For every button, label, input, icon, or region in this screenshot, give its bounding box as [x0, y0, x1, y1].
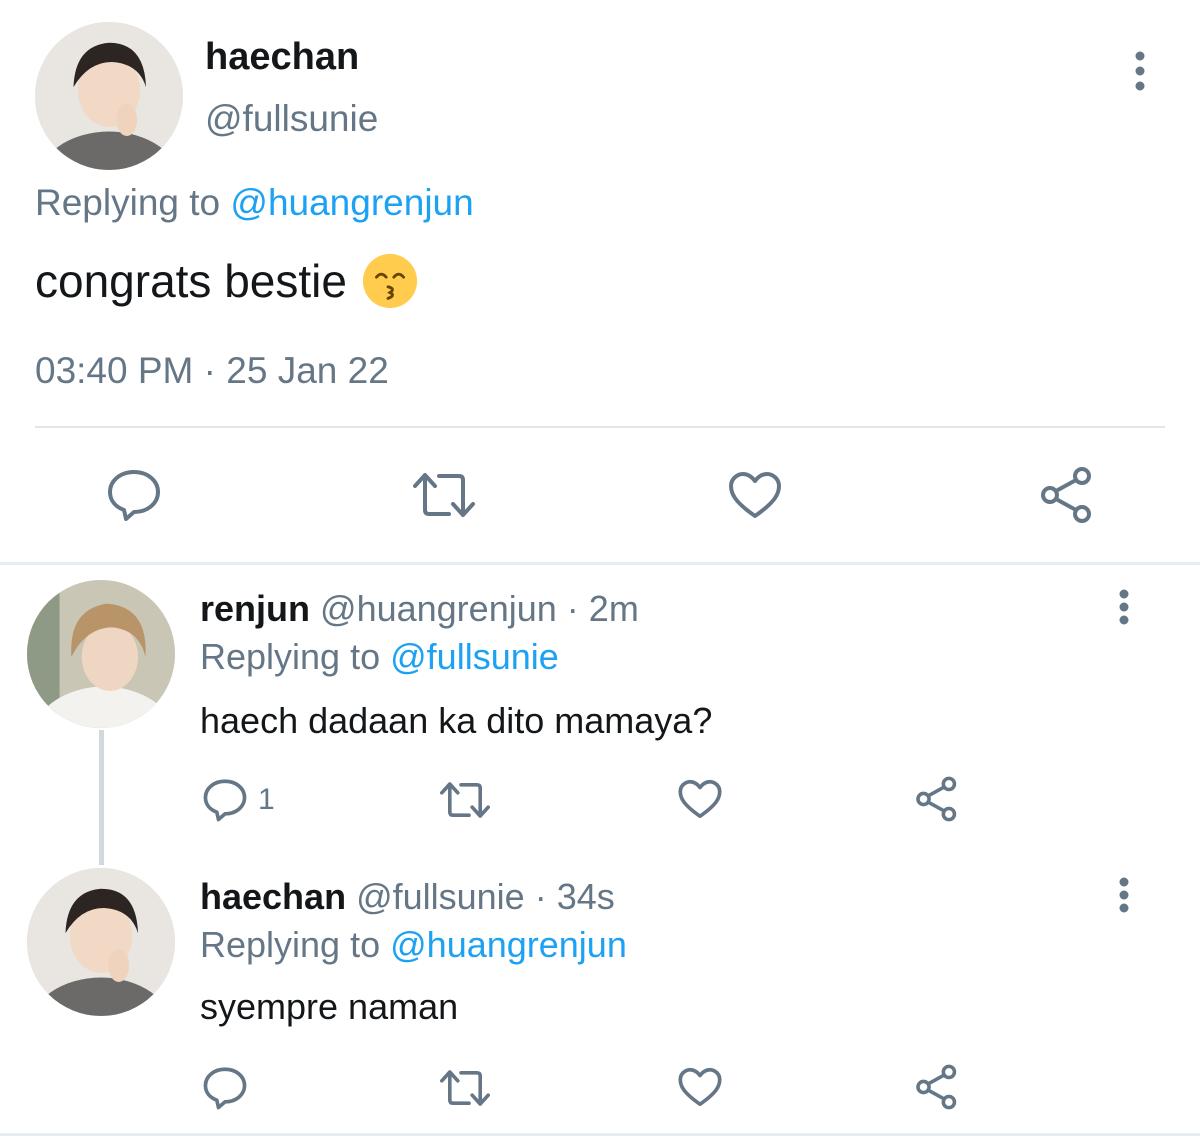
reply-author-handle[interactable]: @huangrenjun — [320, 588, 557, 629]
replying-to-label: Replying to — [200, 636, 381, 677]
reply-icon[interactable]: 1 — [202, 778, 275, 822]
retweet-icon[interactable] — [438, 1068, 492, 1108]
replying-to-handle-link[interactable]: @fullsunie — [390, 636, 559, 677]
reply-icon[interactable] — [106, 468, 162, 522]
reply-replying-to: Replying to @fullsunie — [200, 636, 559, 678]
replying-to-label: Replying to — [200, 924, 381, 965]
main-tweet-timestamp: 03:40 PM · 25 Jan 22 — [35, 350, 389, 392]
main-author-avatar[interactable] — [35, 22, 183, 170]
main-tweet-text: congrats bestie — [35, 252, 419, 310]
share-icon[interactable] — [914, 776, 960, 822]
reply-icon[interactable] — [202, 1066, 248, 1110]
more-options-icon[interactable] — [1130, 46, 1150, 96]
main-author-name[interactable]: haechan — [205, 36, 359, 79]
reply-header: renjun @huangrenjun · 2m — [200, 588, 639, 630]
reply-author-handle[interactable]: @fullsunie — [356, 876, 525, 917]
retweet-icon[interactable] — [411, 470, 477, 520]
main-author-handle[interactable]: @fullsunie — [205, 98, 378, 140]
reply-separator: · — [566, 588, 579, 629]
replying-to-label: Replying to — [35, 182, 221, 223]
reply-text: syempre naman — [200, 986, 459, 1027]
reply-replying-to: Replying to @huangrenjun — [200, 924, 627, 966]
meta-separator: · — [203, 350, 216, 391]
reply-time: 2m — [588, 588, 639, 629]
share-icon[interactable] — [914, 1064, 960, 1110]
reply-author-avatar[interactable] — [27, 868, 175, 1016]
replying-to-handle-link[interactable]: @huangrenjun — [230, 182, 473, 223]
main-replying-to: Replying to @huangrenjun — [35, 182, 474, 224]
reply-author-name[interactable]: haechan — [200, 876, 346, 917]
like-icon[interactable] — [677, 778, 723, 820]
more-options-icon[interactable] — [1114, 582, 1134, 632]
reply-time: 34s — [556, 876, 615, 917]
replying-to-handle-link[interactable]: @huangrenjun — [390, 924, 627, 965]
retweet-icon[interactable] — [438, 780, 492, 820]
kissing-face-emoji-icon — [361, 252, 419, 310]
reply-text: haech dadaan ka dito mamaya? — [200, 700, 713, 741]
avatar-photo — [35, 22, 183, 170]
tweet-text: congrats bestie — [35, 255, 347, 307]
thread-connector-line — [99, 730, 104, 865]
reply-separator: · — [534, 876, 547, 917]
avatar-photo — [27, 580, 175, 728]
avatar-photo — [27, 868, 175, 1016]
more-options-icon[interactable] — [1114, 870, 1134, 920]
reply-author-name[interactable]: renjun — [200, 588, 310, 629]
like-icon[interactable] — [727, 470, 783, 520]
tweet-time: 03:40 PM — [35, 350, 194, 391]
reply-header: haechan @fullsunie · 34s — [200, 876, 615, 918]
reply-author-avatar[interactable] — [27, 580, 175, 728]
divider — [35, 426, 1165, 428]
like-icon[interactable] — [677, 1066, 723, 1108]
share-icon[interactable] — [1038, 466, 1096, 524]
tweet-date: 25 Jan 22 — [226, 350, 389, 391]
reply-count: 1 — [258, 783, 275, 816]
section-divider — [0, 562, 1200, 565]
